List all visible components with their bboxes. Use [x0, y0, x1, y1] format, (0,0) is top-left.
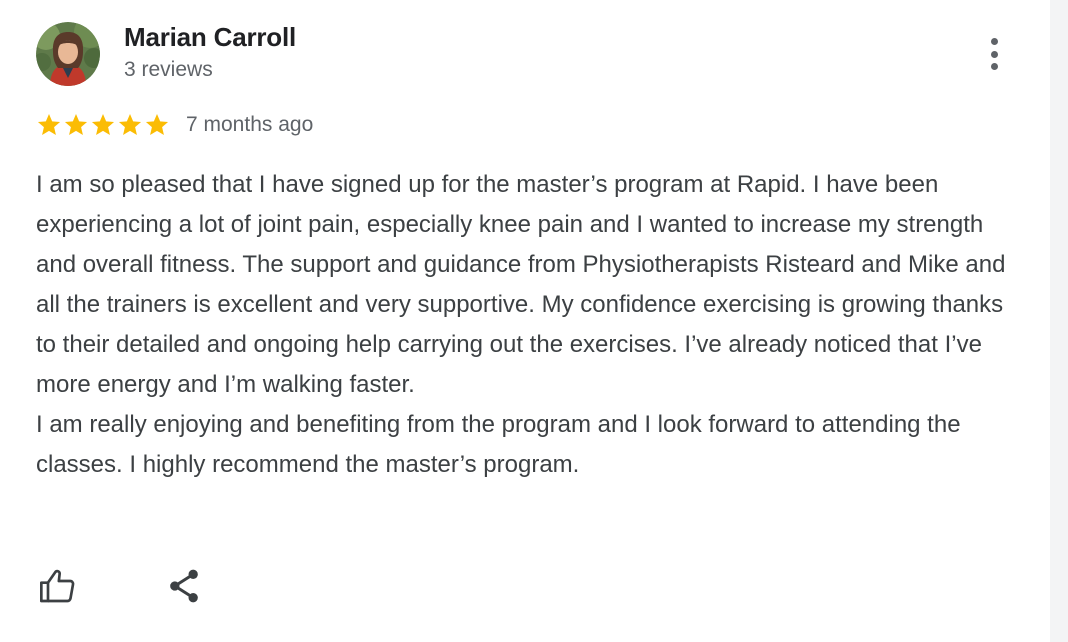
avatar-photo [36, 22, 100, 86]
review-time: 7 months ago [186, 113, 314, 136]
star-icon [91, 113, 115, 135]
thumbs-up-glyph [40, 569, 75, 603]
more-dot [990, 63, 998, 70]
star-icon [118, 113, 142, 135]
more-dot [990, 50, 998, 58]
more-dot [990, 38, 998, 45]
review-count[interactable]: 3 reviews [124, 58, 213, 82]
review-card: Marian Carroll 3 reviews 7 months ago I … [0, 0, 1050, 642]
page-edge [1050, 0, 1068, 642]
share-glyph [170, 569, 198, 603]
star-icon [64, 113, 88, 135]
star-icon [145, 113, 169, 135]
star-icon [37, 113, 61, 135]
rating-row: 7 months ago [36, 110, 313, 140]
more-options-icon[interactable] [976, 34, 1012, 74]
review-paragraph: I am so pleased that I have signed up fo… [36, 171, 1006, 398]
author-name[interactable]: Marian Carroll [124, 22, 296, 53]
avatar[interactable] [36, 22, 100, 86]
star-rating [36, 112, 170, 138]
review-paragraph: I am really enjoying and benefiting from… [36, 411, 961, 478]
thumbs-up-icon[interactable] [38, 566, 78, 606]
review-text: I am so pleased that I have signed up fo… [36, 165, 1016, 485]
share-icon[interactable] [164, 566, 204, 606]
